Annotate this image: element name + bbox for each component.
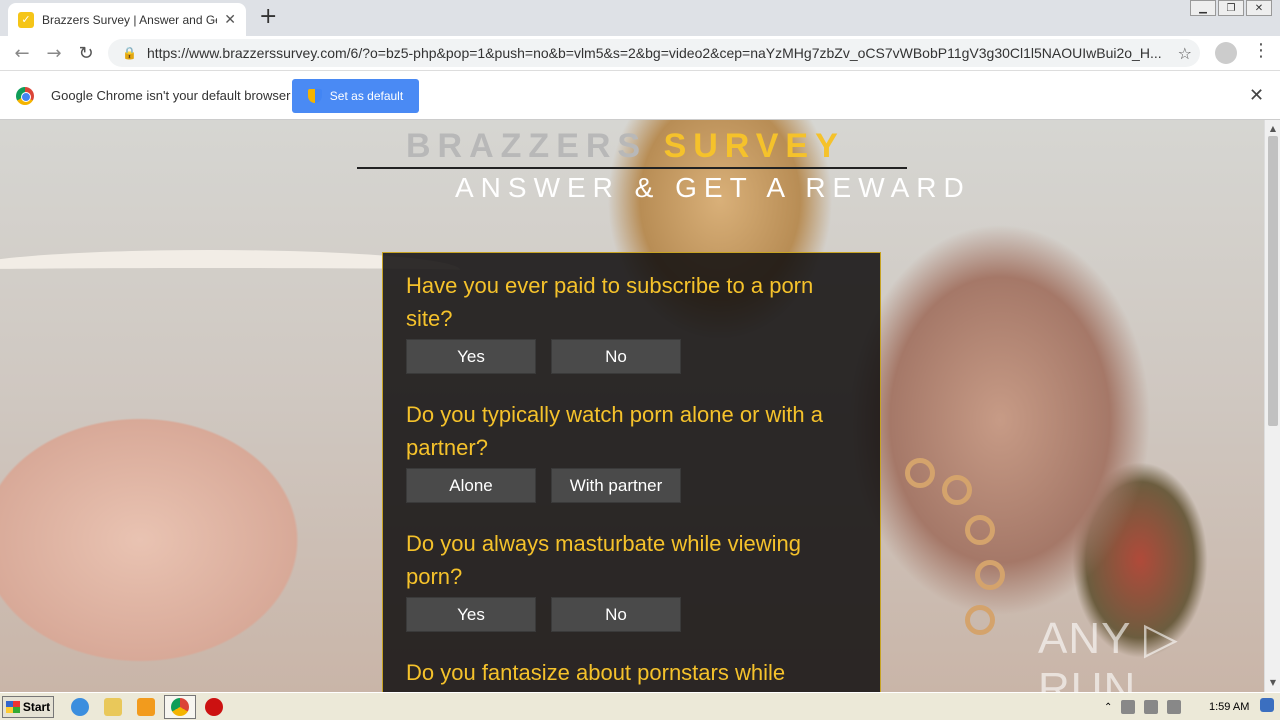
opera-icon[interactable]: [205, 698, 223, 716]
system-tray: ⌃: [1104, 696, 1280, 718]
restore-icon[interactable]: ❐: [1218, 0, 1244, 16]
background-decoration: [905, 458, 935, 488]
infobar-close-icon[interactable]: ✕: [1249, 85, 1264, 106]
answer-group-1: Yes No: [406, 339, 857, 374]
answer-group-3: Yes No: [406, 597, 857, 632]
star-icon[interactable]: ☆: [1178, 44, 1192, 63]
anyrun-watermark: ANY ▷ RUN: [1038, 614, 1179, 692]
scroll-up-icon[interactable]: ▲: [1265, 122, 1280, 136]
back-arrow-icon[interactable]: ←: [6, 43, 38, 64]
answer-with-partner-button[interactable]: With partner: [551, 468, 681, 503]
new-tab-icon[interactable]: +: [259, 6, 277, 28]
url-text[interactable]: https://www.brazzerssurvey.com/6/?o=bz5-…: [147, 45, 1167, 61]
profile-icon[interactable]: [1215, 42, 1237, 64]
start-button[interactable]: Start: [2, 696, 54, 718]
background-decoration: [975, 560, 1005, 590]
lock-icon[interactable]: 🔒: [122, 46, 137, 60]
media-player-icon[interactable]: [137, 698, 155, 716]
chrome-taskbar-icon: [171, 698, 189, 716]
default-browser-infobar: Google Chrome isn't your default browser…: [0, 70, 1280, 120]
answer-no-button[interactable]: No: [551, 339, 681, 374]
reload-icon[interactable]: ↻: [70, 43, 102, 64]
logo-right: SURVEY: [663, 127, 845, 165]
page-content: BRAZZERS SURVEY ANSWER & GET A REWARD Ha…: [0, 120, 1264, 692]
folder-icon[interactable]: [104, 698, 122, 716]
question-4: Do you fantasize about pornstars while: [406, 660, 786, 685]
logo-divider: [357, 167, 907, 169]
survey-panel: Have you ever paid to subscribe to a por…: [382, 252, 881, 692]
infobar-message: Google Chrome isn't your default browser: [51, 88, 291, 103]
answer-yes-button[interactable]: Yes: [406, 339, 536, 374]
taskbar-clock[interactable]: 1:59 AM: [1209, 701, 1249, 713]
scroll-down-icon[interactable]: ▼: [1265, 676, 1280, 690]
address-bar[interactable]: 🔒 https://www.brazzerssurvey.com/6/?o=bz…: [108, 39, 1200, 67]
start-label: Start: [22, 700, 51, 714]
set-default-label: Set as default: [329, 89, 404, 103]
shield-icon: [307, 89, 322, 103]
window-controls: ▁ ❐ ✕: [1190, 0, 1272, 16]
volume-icon[interactable]: [1144, 700, 1159, 714]
question-2: Do you typically watch porn alone or wit…: [406, 402, 823, 460]
set-default-button[interactable]: Set as default: [292, 79, 419, 113]
show-desktop-icon[interactable]: [1260, 698, 1274, 712]
background-decoration: [965, 515, 995, 545]
question-3: Do you always masturbate while viewing p…: [406, 531, 801, 589]
kebab-menu-icon[interactable]: ⋮: [1252, 40, 1270, 61]
windows-logo-icon: [5, 701, 20, 713]
browser-tab[interactable]: ✓ Brazzers Survey | Answer and Get a ✕: [8, 3, 246, 36]
chrome-taskbar-button[interactable]: [164, 695, 196, 719]
forward-arrow-icon[interactable]: →: [38, 43, 70, 64]
tab-close-icon[interactable]: ✕: [224, 12, 236, 28]
windows-taskbar: Start ⌃ 1:59 AM: [0, 692, 1280, 720]
question-1: Have you ever paid to subscribe to a por…: [406, 273, 814, 331]
close-window-icon[interactable]: ✕: [1246, 0, 1272, 16]
scroll-thumb[interactable]: [1268, 136, 1278, 426]
browser-toolbar: ← → ↻ 🔒 https://www.brazzerssurvey.com/6…: [0, 36, 1280, 70]
answer-no-button[interactable]: No: [551, 597, 681, 632]
favicon-icon: ✓: [18, 11, 34, 28]
logo-left: BRAZZERS: [406, 127, 648, 165]
answer-group-2: Alone With partner: [406, 468, 857, 503]
tab-title: Brazzers Survey | Answer and Get a: [42, 12, 217, 27]
site-logo: BRAZZERS SURVEY: [406, 127, 845, 166]
answer-alone-button[interactable]: Alone: [406, 468, 536, 503]
network-icon[interactable]: [1121, 700, 1136, 714]
page-subtitle: ANSWER & GET A REWARD: [455, 172, 971, 203]
tray-expand-icon[interactable]: ⌃: [1104, 702, 1112, 713]
answer-yes-button[interactable]: Yes: [406, 597, 536, 632]
ie-icon[interactable]: [71, 698, 89, 716]
background-decoration: [965, 605, 995, 635]
minimize-icon[interactable]: ▁: [1190, 0, 1216, 16]
page-scrollbar[interactable]: ▲ ▼: [1264, 120, 1280, 692]
background-decoration: [942, 475, 972, 505]
flag-icon[interactable]: [1167, 700, 1182, 714]
chrome-logo-icon: [16, 87, 34, 105]
tab-strip: ✓ Brazzers Survey | Answer and Get a ✕ +…: [0, 0, 1280, 36]
